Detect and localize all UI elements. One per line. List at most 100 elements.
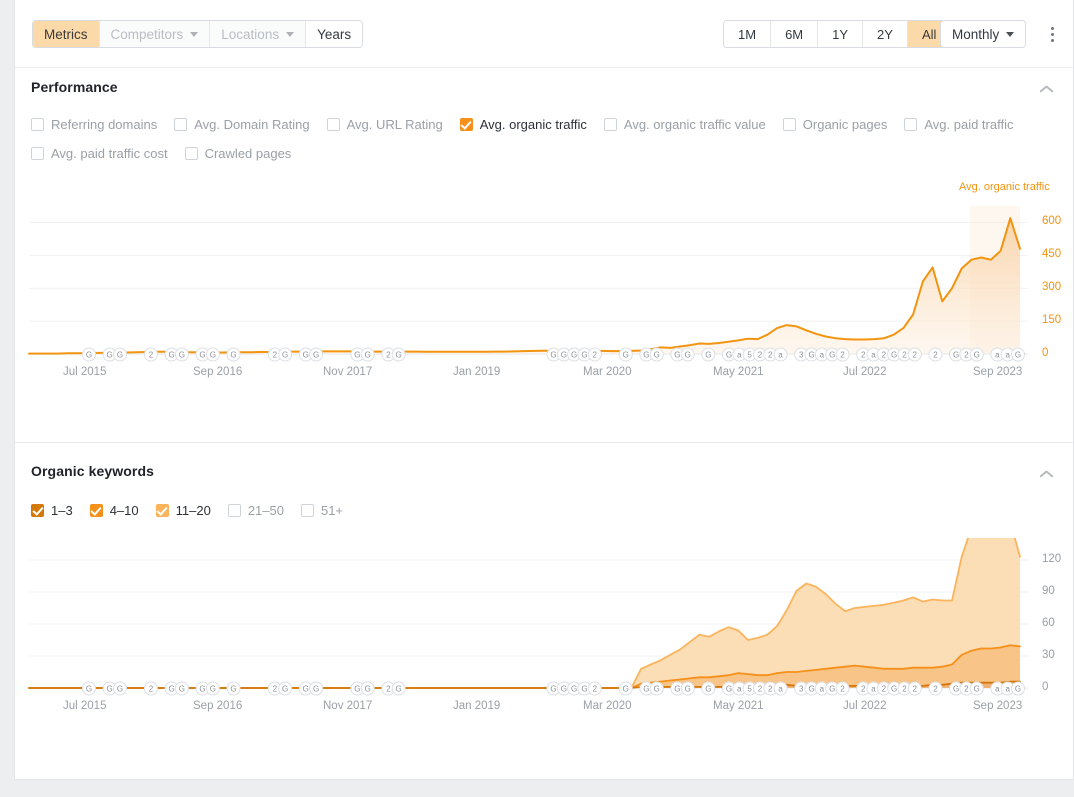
range-1m[interactable]: 1M <box>724 21 772 47</box>
svg-text:G: G <box>107 351 113 360</box>
svg-text:G: G <box>581 685 587 694</box>
svg-text:G: G <box>726 685 732 694</box>
svg-text:G: G <box>1015 351 1021 360</box>
svg-text:2: 2 <box>964 351 969 360</box>
checkbox-avg-organic-traffic[interactable]: Avg. organic traffic <box>459 117 587 132</box>
granularity-dropdown[interactable]: Monthly <box>940 20 1027 48</box>
svg-text:5: 5 <box>747 685 752 694</box>
range-6m-label: 6M <box>785 26 804 42</box>
analytics-page: Metrics Competitors Locations Years 1M 6… <box>0 0 1074 797</box>
svg-text:G: G <box>230 351 236 360</box>
organic-keywords-collapse-toggle[interactable] <box>1039 465 1055 481</box>
checkbox-label: Crawled pages <box>204 146 292 161</box>
organic-keywords-chart: GGG2GGGGG2GGGGG2GGGGG2GGGGGGGa522a3GaG22… <box>15 538 1074 748</box>
range-2y-label: 2Y <box>877 26 893 42</box>
checkbox-positions-21-50[interactable]: 21–50 <box>227 503 284 518</box>
y-axis-tick: 0 <box>1042 681 1049 693</box>
svg-text:a: a <box>995 685 1000 694</box>
svg-text:G: G <box>561 351 567 360</box>
tab-metrics-label: Metrics <box>44 26 88 42</box>
svg-text:G: G <box>891 351 897 360</box>
range-1m-label: 1M <box>738 26 757 42</box>
checkbox-box <box>184 147 198 160</box>
x-axis-tick: May 2021 <box>713 366 764 378</box>
svg-text:2: 2 <box>768 685 773 694</box>
checkbox-avg-paid-traffic-cost[interactable]: Avg. paid traffic cost <box>31 146 168 161</box>
svg-text:G: G <box>891 685 897 694</box>
tab-competitors-label: Competitors <box>110 26 184 42</box>
performance-section: Performance Referring domains Avg. Domai… <box>14 68 1074 443</box>
svg-text:2: 2 <box>933 685 938 694</box>
range-2y[interactable]: 2Y <box>863 21 908 47</box>
checkbox-positions-4-10[interactable]: 4–10 <box>89 503 139 518</box>
svg-text:2: 2 <box>273 685 278 694</box>
svg-text:2: 2 <box>386 351 391 360</box>
checkbox-avg-paid-traffic[interactable]: Avg. paid traffic <box>904 117 1013 132</box>
view-tabs[interactable]: Metrics Competitors Locations Years <box>32 20 364 48</box>
svg-text:G: G <box>210 685 216 694</box>
checkbox-crawled-pages[interactable]: Crawled pages <box>184 146 292 161</box>
checkbox-label: Referring domains <box>51 117 158 132</box>
checkbox-positions-51-plus[interactable]: 51+ <box>300 503 344 518</box>
svg-text:G: G <box>571 685 577 694</box>
svg-text:2: 2 <box>902 351 907 360</box>
svg-text:2: 2 <box>840 351 845 360</box>
x-axis-tick: Jan 2019 <box>453 700 501 712</box>
performance-metric-row-1: Referring domains Avg. Domain Rating Avg… <box>31 117 1013 132</box>
y-axis-tick: 450 <box>1042 248 1062 261</box>
checkbox-avg-domain-rating[interactable]: Avg. Domain Rating <box>174 117 310 132</box>
x-axis-tick: Jul 2015 <box>63 700 107 712</box>
svg-text:G: G <box>199 351 205 360</box>
kebab-menu-icon <box>1050 26 1054 30</box>
svg-text:G: G <box>705 685 711 694</box>
svg-text:2: 2 <box>933 351 938 360</box>
svg-text:a: a <box>871 351 876 360</box>
svg-text:a: a <box>995 351 1000 360</box>
svg-text:G: G <box>808 351 814 360</box>
performance-chart: GGG2GGGGG2GGGGG2GGGGG2GGGGGGGa522a3GaG22… <box>15 198 1074 408</box>
svg-text:G: G <box>365 351 371 360</box>
svg-text:G: G <box>550 351 556 360</box>
svg-text:G: G <box>86 685 92 694</box>
more-options-button[interactable] <box>1042 20 1062 48</box>
svg-text:2: 2 <box>768 351 773 360</box>
svg-text:a: a <box>778 351 783 360</box>
checkbox-avg-url-rating[interactable]: Avg. URL Rating <box>326 117 443 132</box>
checkbox-avg-organic-traffic-value[interactable]: Avg. organic traffic value <box>603 117 766 132</box>
checkbox-label: Avg. organic traffic value <box>623 117 766 132</box>
tab-competitors[interactable]: Competitors <box>99 21 211 47</box>
range-6m[interactable]: 6M <box>771 21 819 47</box>
checkbox-referring-domains[interactable]: Referring domains <box>31 117 157 132</box>
svg-text:G: G <box>726 351 732 360</box>
range-1y[interactable]: 1Y <box>818 21 864 47</box>
svg-text:G: G <box>623 685 629 694</box>
svg-text:G: G <box>974 685 980 694</box>
svg-text:5: 5 <box>747 351 752 360</box>
tab-locations[interactable]: Locations <box>210 21 307 47</box>
svg-text:G: G <box>643 351 649 360</box>
x-axis-tick: Sep 2016 <box>193 700 243 712</box>
date-range-selector[interactable]: 1M 6M 1Y 2Y All <box>723 20 952 48</box>
performance-series-label: Avg. organic traffic <box>959 181 1050 193</box>
checkbox-positions-1-3[interactable]: 1–3 <box>31 503 73 518</box>
svg-text:G: G <box>210 351 216 360</box>
checkbox-organic-pages[interactable]: Organic pages <box>782 117 887 132</box>
svg-text:G: G <box>396 351 402 360</box>
checkbox-label: 51+ <box>320 503 344 518</box>
checkbox-label: Avg. Domain Rating <box>194 117 310 132</box>
checkbox-box <box>326 118 340 131</box>
svg-text:a: a <box>737 351 742 360</box>
checkbox-box <box>782 118 796 131</box>
svg-text:2: 2 <box>913 351 918 360</box>
svg-text:G: G <box>643 685 649 694</box>
svg-text:2: 2 <box>964 685 969 694</box>
tab-metrics[interactable]: Metrics <box>33 21 100 47</box>
svg-text:G: G <box>685 351 691 360</box>
range-all-label: All <box>921 26 937 42</box>
performance-collapse-toggle[interactable] <box>1039 80 1055 96</box>
tab-years[interactable]: Years <box>306 21 363 47</box>
svg-text:G: G <box>396 685 402 694</box>
checkbox-positions-11-20[interactable]: 11–20 <box>155 503 211 518</box>
svg-text:3: 3 <box>799 685 804 694</box>
svg-text:2: 2 <box>758 685 763 694</box>
